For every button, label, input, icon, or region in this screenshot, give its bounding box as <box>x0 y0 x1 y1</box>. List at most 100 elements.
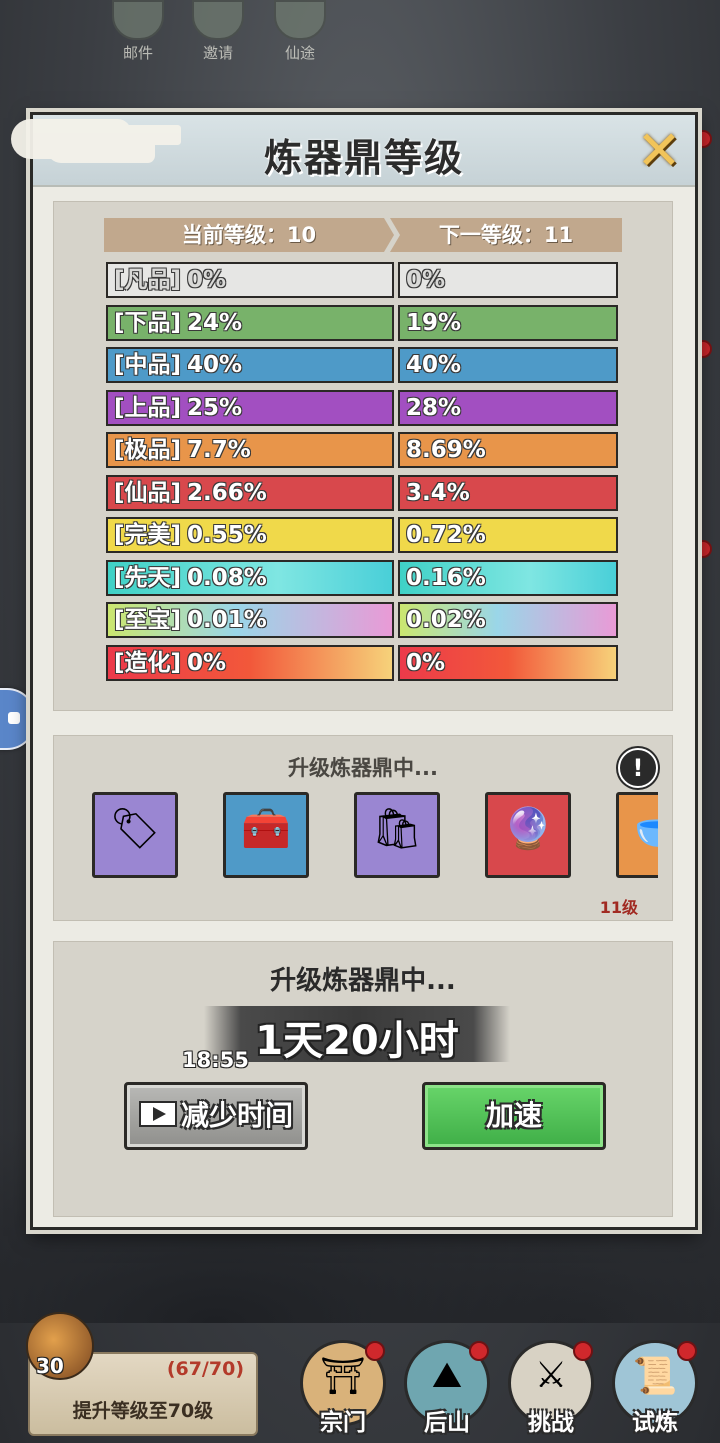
next-level: 下一等级：11 <box>390 218 622 252</box>
nav-label: 挑战 <box>528 1410 574 1436</box>
current-rate-cell: [造化] 0% <box>106 644 394 681</box>
rate-row: [仙品] 2.66% 3.4% <box>106 474 620 513</box>
current-level: 当前等级：10 <box>104 218 394 252</box>
speed-up-button[interactable]: 加速 <box>422 1082 606 1150</box>
current-rate-value: 2.66% <box>187 479 267 506</box>
sect-gate-icon: ⛩ <box>320 1356 366 1397</box>
mail-icon <box>112 0 164 40</box>
close-button[interactable]: ✕ <box>631 123 687 179</box>
timer-band: 1天20小时 <box>204 1006 510 1064</box>
dialog-header: 炼器鼎等级 ✕ <box>11 115 695 187</box>
material-slot[interactable]: 🛍 <box>354 792 440 878</box>
grade-label: [凡品] <box>114 267 182 293</box>
top-nav: 邮件 邀请 仙途 <box>0 0 720 63</box>
invite-icon <box>192 0 244 40</box>
invite-button[interactable]: 邀请 <box>192 0 244 63</box>
next-rate-cell: 19% <box>398 304 618 341</box>
current-rate-cell: [至宝] 0.01% <box>106 602 394 638</box>
quest-widget[interactable]: (67/70) 提升等级至70级 30 <box>14 1312 258 1436</box>
video-play-icon <box>138 1101 177 1127</box>
mail-button[interactable]: 邮件 <box>112 0 164 63</box>
reduce-time-button[interactable]: 减少时间 <box>124 1082 308 1150</box>
furnace-level-dialog: 炼器鼎等级 ✕ 当前等级：10 下一等级：11 [凡品] 0% 0% [下品] 24% 1… <box>11 112 698 1230</box>
rate-row: [下品] 24% 19% <box>106 304 620 343</box>
grade-label: [完美] <box>114 522 182 548</box>
grade-label: [中品] <box>114 352 182 378</box>
nav-3-button[interactable]: ⚔ 挑战 <box>508 1340 594 1436</box>
remaining-time: 1天20小时 <box>255 1018 459 1064</box>
current-rate-cell: [极品] 7.7% <box>106 432 394 468</box>
current-rate-cell: [仙品] 2.66% <box>106 474 394 511</box>
current-rate-value: 24% <box>187 309 243 336</box>
nav-label: 后山 <box>424 1410 470 1436</box>
next-rate-cell: 0% <box>398 262 618 298</box>
notification-dot <box>365 1341 385 1361</box>
mail-label: 邮件 <box>122 44 153 62</box>
chest-count: 30 <box>36 1354 64 1378</box>
current-rate-cell: [中品] 40% <box>106 347 394 383</box>
reduce-time-label: 减少时间 <box>180 1099 293 1132</box>
current-rate-value: 0.01% <box>187 607 267 633</box>
nav-label: 试炼 <box>632 1410 678 1436</box>
nav-label: 宗门 <box>320 1410 366 1436</box>
nav-4-button[interactable]: 📜 试炼 <box>612 1340 698 1436</box>
rate-row: [至宝] 0.01% 0.02% <box>106 602 620 640</box>
rate-row: [上品] 25% 28% <box>106 389 620 428</box>
material-slot[interactable]: 🥣 <box>616 792 658 878</box>
current-rate-value: 25% <box>187 394 243 421</box>
grade-label: [先天] <box>114 564 182 591</box>
trial-scroll-icon: 📜 <box>632 1356 678 1397</box>
material-slot[interactable]: 🏷 <box>92 792 178 878</box>
material-level-label: 11级 <box>599 898 638 917</box>
clock-time: 18:55 <box>182 1048 249 1072</box>
notification-dot <box>469 1341 489 1361</box>
dialog-title: 炼器鼎等级 <box>263 135 464 180</box>
current-rate-cell: [先天] 0.08% <box>106 559 394 596</box>
current-rate-value: 0% <box>187 649 227 676</box>
current-rate-cell: [下品] 24% <box>106 304 394 341</box>
grade-label: [造化] <box>114 649 182 676</box>
golden-orb-icon: 🔮 <box>503 806 553 852</box>
current-rate-value: 40% <box>187 352 243 378</box>
next-rate-cell: 8.69% <box>398 432 618 468</box>
current-rate-value: 7.7% <box>187 437 251 463</box>
grade-label: [下品] <box>114 309 182 336</box>
next-rate-cell: 0.02% <box>398 602 618 638</box>
info-icon[interactable]: ! <box>618 748 658 788</box>
gold-token-icon: 🏷 <box>109 806 161 852</box>
current-rate-value: 0.55% <box>187 522 267 548</box>
rate-row: [凡品] 0% 0% <box>106 262 620 300</box>
bowl-icon: 🥣 <box>619 805 658 852</box>
rate-row: [先天] 0.08% 0.16% <box>106 559 620 598</box>
rates-panel: 当前等级：10 下一等级：11 [凡品] 0% 0% [下品] 24% 19% [中品] 40… <box>53 201 673 711</box>
blue-chest-icon: 🧰 <box>241 806 291 852</box>
next-rate-cell: 3.4% <box>398 474 618 511</box>
nav-2-button[interactable]: ⛰ 后山 <box>404 1340 490 1436</box>
next-rate-cell: 0% <box>398 644 618 681</box>
material-slot[interactable]: 🔮 <box>485 792 571 878</box>
path-button[interactable]: 仙途 <box>274 0 326 63</box>
current-rate-value: 0% <box>187 267 227 293</box>
notification-dot <box>677 1341 697 1361</box>
next-rate-cell: 40% <box>398 347 618 383</box>
next-rate-cell: 0.16% <box>398 559 618 596</box>
nav-1-button[interactable]: ⛩ 宗门 <box>300 1340 386 1436</box>
quest-text: 提升等级至70级 <box>72 1400 214 1422</box>
materials-list: 🏷 🧰 🛍 🔮 🥣 <box>92 792 658 892</box>
mountain-icon: ⛰ <box>431 1355 463 1396</box>
grade-label: [仙品] <box>114 479 182 506</box>
grade-label: [极品] <box>114 437 182 463</box>
materials-panel: 升级炼器鼎中... ! 🏷 🧰 🛍 🔮 🥣 11级 <box>53 735 673 921</box>
material-slot[interactable]: 🧰 <box>223 792 309 878</box>
current-rate-value: 0.08% <box>187 564 267 591</box>
current-rate-cell: [凡品] 0% <box>106 262 394 298</box>
grade-label: [至宝] <box>114 607 182 633</box>
level-header: 当前等级：10 下一等级：11 <box>104 218 622 252</box>
upgrade-panel: 升级炼器鼎中... 1天20小时 18:55 减少时间 加速 <box>53 941 673 1217</box>
rate-row: [完美] 0.55% 0.72% <box>106 517 620 555</box>
notification-dot <box>573 1341 593 1361</box>
gamepad-icon <box>8 712 20 724</box>
speed-up-label: 加速 <box>485 1099 542 1132</box>
upgrade-title: 升级炼器鼎中... <box>270 966 456 996</box>
path-icon <box>274 0 326 40</box>
